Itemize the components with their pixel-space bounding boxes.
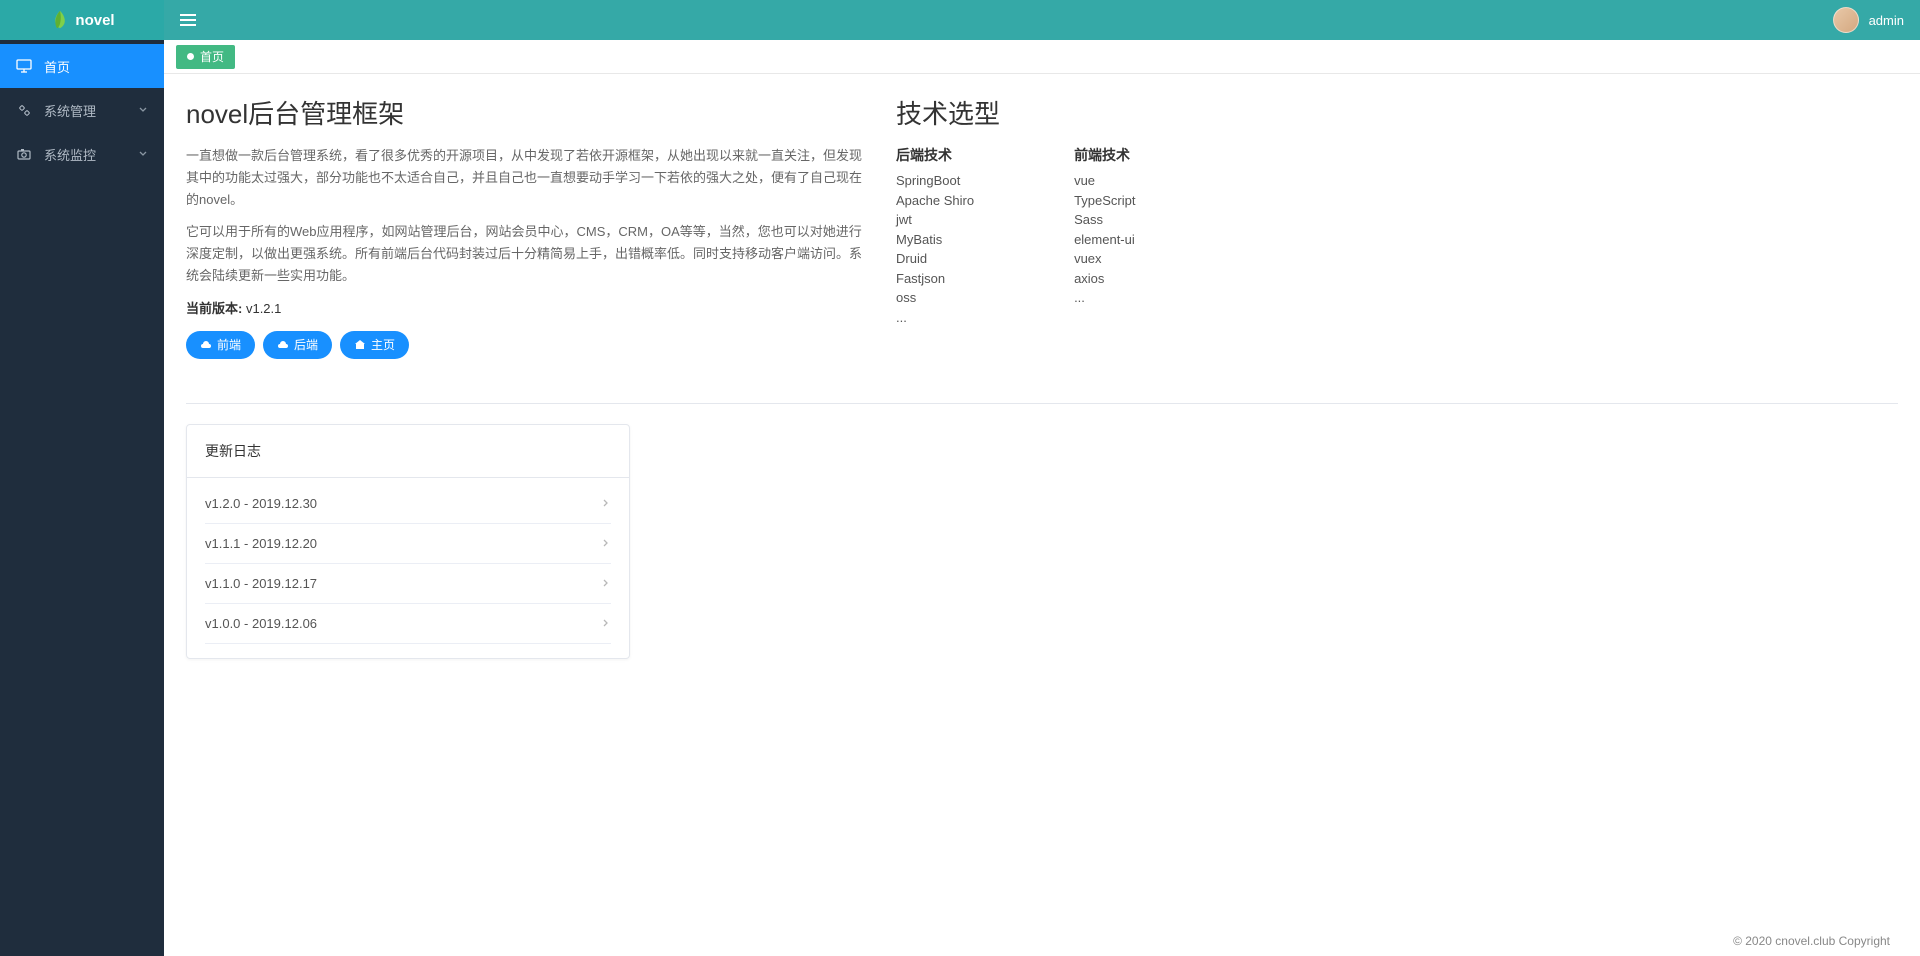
button-label: 前端 <box>217 336 241 353</box>
sidebar-item-home[interactable]: 首页 <box>0 44 164 88</box>
tech-frontend-label: 前端技术 <box>1074 145 1135 165</box>
tech-item: vuex <box>1074 249 1135 269</box>
home-button[interactable]: 主页 <box>340 331 409 359</box>
chevron-down-icon <box>138 149 148 159</box>
tech-backend-group: 后端技术 SpringBootApache ShirojwtMyBatisDru… <box>896 145 974 327</box>
tech-item: element-ui <box>1074 230 1135 250</box>
button-label: 主页 <box>371 336 395 353</box>
top-header: admin <box>164 0 1920 40</box>
changelog-item-label: v1.0.0 - 2019.12.06 <box>205 616 317 631</box>
version-value: v1.2.1 <box>246 301 281 316</box>
gears-icon <box>16 102 32 118</box>
changelog-title: 更新日志 <box>187 425 629 478</box>
tech-item: axios <box>1074 269 1135 289</box>
tech-item: TypeScript <box>1074 191 1135 211</box>
camera-icon <box>16 146 32 162</box>
tabs-bar: 首页 <box>164 40 1920 74</box>
sidebar: novel 首页 系统管理 系 <box>0 0 164 956</box>
tech-item: Druid <box>896 249 974 269</box>
backend-button[interactable]: 后端 <box>263 331 332 359</box>
sidebar-item-label: 系统监控 <box>44 145 138 164</box>
tab-dot-icon <box>187 53 194 60</box>
cloud-icon <box>277 339 289 351</box>
version-line: 当前版本: v1.2.1 <box>186 298 866 317</box>
tech-item: vue <box>1074 171 1135 191</box>
chevron-right-icon <box>601 578 611 588</box>
changelog-item-label: v1.1.0 - 2019.12.17 <box>205 576 317 591</box>
tech-item: MyBatis <box>896 230 974 250</box>
changelog-item-label: v1.2.0 - 2019.12.30 <box>205 496 317 511</box>
monitor-icon <box>16 58 32 74</box>
logo-leaf-icon <box>49 9 71 31</box>
logo-text: novel <box>75 12 114 29</box>
sidebar-item-system-manage[interactable]: 系统管理 <box>0 88 164 132</box>
tech-title: 技术选型 <box>896 94 1898 131</box>
sidebar-item-label: 首页 <box>44 57 148 76</box>
cloud-icon <box>200 339 212 351</box>
footer-copyright: © 2020 cnovel.club Copyright <box>186 930 1898 952</box>
tab-label: 首页 <box>200 48 224 65</box>
changelog-item[interactable]: v1.1.0 - 2019.12.17 <box>205 564 611 604</box>
logo: novel <box>0 0 164 40</box>
username[interactable]: admin <box>1869 13 1904 28</box>
version-label: 当前版本: <box>186 301 242 316</box>
tech-item: ... <box>1074 288 1135 308</box>
page-content: novel后台管理框架 一直想做一款后台管理系统，看了很多优秀的开源项目，从中发… <box>164 74 1920 956</box>
tab-home[interactable]: 首页 <box>176 45 235 69</box>
tech-frontend-group: 前端技术 vueTypeScriptSasselement-uivuexaxio… <box>1074 145 1135 327</box>
sidebar-item-label: 系统管理 <box>44 101 138 120</box>
sidebar-menu: 首页 系统管理 系统监控 <box>0 40 164 956</box>
divider <box>186 403 1898 404</box>
frontend-button[interactable]: 前端 <box>186 331 255 359</box>
chevron-down-icon <box>138 105 148 115</box>
sidebar-item-system-monitor[interactable]: 系统监控 <box>0 132 164 176</box>
chevron-right-icon <box>601 498 611 508</box>
tech-item: oss <box>896 288 974 308</box>
chevron-right-icon <box>601 538 611 548</box>
changelog-item[interactable]: v1.2.0 - 2019.12.30 <box>205 484 611 524</box>
tech-backend-label: 后端技术 <box>896 145 974 165</box>
changelog-item[interactable]: v1.0.0 - 2019.12.06 <box>205 604 611 644</box>
tech-item: Sass <box>1074 210 1135 230</box>
chevron-right-icon <box>601 618 611 628</box>
page-title: novel后台管理框架 <box>186 94 866 131</box>
tech-item: jwt <box>896 210 974 230</box>
tech-item: SpringBoot <box>896 171 974 191</box>
avatar[interactable] <box>1833 7 1859 33</box>
tech-item: Apache Shiro <box>896 191 974 211</box>
intro-paragraph-1: 一直想做一款后台管理系统，看了很多优秀的开源项目，从中发现了若依开源框架，从她出… <box>186 145 866 211</box>
changelog-item-label: v1.1.1 - 2019.12.20 <box>205 536 317 551</box>
button-label: 后端 <box>294 336 318 353</box>
changelog-item[interactable]: v1.1.1 - 2019.12.20 <box>205 524 611 564</box>
home-icon <box>354 339 366 351</box>
tech-item: ... <box>896 308 974 328</box>
tech-item: Fastjson <box>896 269 974 289</box>
changelog-card: 更新日志 v1.2.0 - 2019.12.30 v1.1.1 - 2019.12… <box>186 424 630 659</box>
intro-paragraph-2: 它可以用于所有的Web应用程序，如网站管理后台，网站会员中心，CMS，CRM，O… <box>186 221 866 287</box>
hamburger-icon[interactable] <box>180 10 200 30</box>
